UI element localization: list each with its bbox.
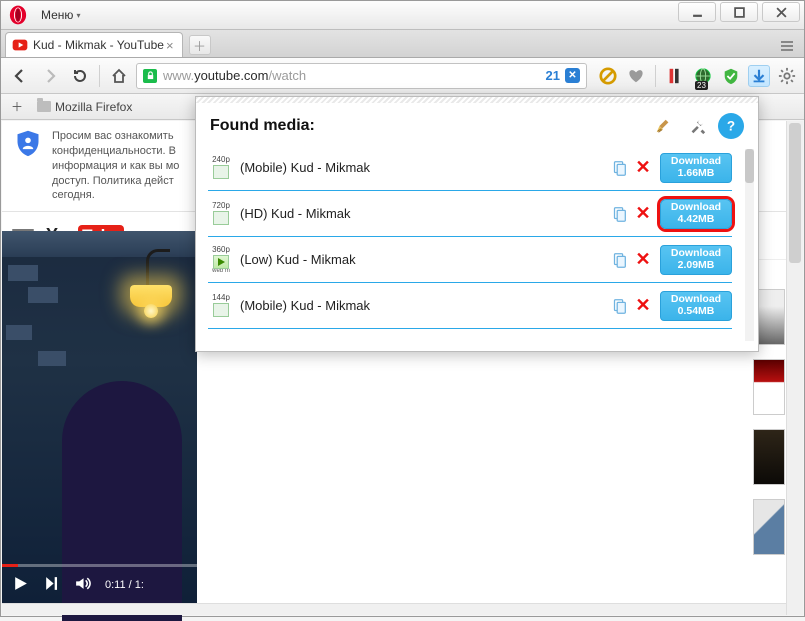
popup-scrollbar[interactable]	[745, 149, 754, 341]
tab-panel-menu-icon[interactable]	[774, 35, 800, 57]
quality-label: 720p	[208, 202, 234, 210]
menu-label: Меню	[41, 8, 73, 22]
adblock-icon[interactable]	[597, 65, 619, 87]
download-button[interactable]: Download0.54MB	[660, 291, 732, 321]
extension-strip: 23	[597, 65, 798, 87]
privacy-shield-icon	[14, 129, 42, 157]
tools-icon[interactable]	[684, 113, 710, 139]
heart-icon[interactable]	[625, 65, 647, 87]
gear-ext-icon[interactable]	[776, 65, 798, 87]
reload-button[interactable]	[67, 63, 93, 89]
window-maximize-button[interactable]	[720, 2, 758, 22]
download-button[interactable]: Download2.09MB	[660, 245, 732, 275]
lock-icon	[143, 69, 157, 83]
video-player[interactable]: 0:11 / 1:	[2, 231, 197, 603]
opera-logo-icon	[7, 4, 29, 26]
thumb-item[interactable]	[753, 359, 785, 415]
volume-icon[interactable]	[74, 575, 91, 595]
clear-badge-icon[interactable]: ✕	[565, 68, 580, 83]
remove-icon[interactable]: ✕	[634, 249, 652, 270]
window-minimize-button[interactable]	[678, 2, 716, 22]
tab-close-icon[interactable]: ×	[164, 38, 176, 53]
forward-button[interactable]	[37, 63, 63, 89]
vertical-scrollbar[interactable]	[786, 121, 803, 615]
format-icon	[213, 211, 229, 225]
globe-ext-icon[interactable]: 23	[692, 65, 714, 87]
popup-body: 240p (Mobile) Kud - Mikmak ✕ Download1.66MB…	[196, 143, 758, 351]
address-bar[interactable]: www.youtube.com/watch 21 ✕	[136, 63, 587, 89]
url-path: /watch	[269, 68, 307, 83]
youtube-favicon-icon	[12, 37, 28, 53]
back-button[interactable]	[7, 63, 33, 89]
window-close-button[interactable]	[762, 2, 800, 22]
url-host-prefix: www.	[163, 68, 194, 83]
next-icon[interactable]	[43, 575, 60, 595]
format-icon	[213, 255, 229, 269]
horizontal-scrollbar[interactable]	[2, 603, 786, 615]
help-icon[interactable]: ?	[718, 113, 744, 139]
popup-title: Found media:	[210, 117, 315, 135]
copy-icon[interactable]	[610, 297, 628, 315]
quality-label: 360p	[208, 246, 234, 254]
notice-line: доступ. Политика дейст	[52, 174, 179, 189]
remove-icon[interactable]: ✕	[634, 203, 652, 224]
url-host: youtube.com	[194, 68, 268, 83]
shield-ext-icon[interactable]	[720, 65, 742, 87]
video-time: 0:11 / 1:	[105, 579, 144, 591]
add-bookmark-button[interactable]: ＋	[7, 97, 27, 117]
bookmark-folder-mozilla[interactable]: Mozilla Firefox	[37, 100, 132, 114]
calendar-badge: 23	[695, 81, 708, 90]
format-icon	[213, 165, 229, 179]
tab-strip: Kud - Mikmak - YouTube × ＋	[1, 30, 804, 58]
media-row: 144p (Mobile) Kud - Mikmak ✕ Download0.54MB	[208, 283, 732, 329]
media-row: 720p (HD) Kud - Mikmak ✕ Download4.42MB	[208, 191, 732, 237]
downloader-popup: Found media: ? 240p (Mobile) Kud - Mikmak…	[195, 96, 759, 352]
tab-youtube[interactable]: Kud - Mikmak - YouTube ×	[5, 32, 183, 57]
copy-icon[interactable]	[610, 159, 628, 177]
play-icon[interactable]	[12, 575, 29, 595]
notice-line: информация и как вы мо	[52, 159, 179, 174]
copy-icon[interactable]	[610, 251, 628, 269]
lamp-icon	[130, 285, 172, 307]
tab-title: Kud - Mikmak - YouTube	[33, 38, 164, 52]
remove-icon[interactable]: ✕	[634, 157, 652, 178]
blocked-count: 21	[546, 68, 560, 83]
thumb-item[interactable]	[753, 499, 785, 555]
bookmark-ext-icon[interactable]	[664, 65, 686, 87]
new-tab-button[interactable]: ＋	[189, 35, 211, 55]
folder-icon	[37, 101, 51, 112]
menu-button[interactable]: Меню	[33, 6, 88, 24]
home-button[interactable]	[106, 63, 132, 89]
media-row: 360pweb m (Low) Kud - Mikmak ✕ Download2.09…	[208, 237, 732, 283]
broom-icon[interactable]	[650, 113, 676, 139]
download-button[interactable]: Download4.42MB	[660, 199, 732, 229]
media-row: 240p (Mobile) Kud - Mikmak ✕ Download1.66MB	[208, 145, 732, 191]
media-title: (Low) Kud - Mikmak	[240, 252, 356, 267]
notice-line: Просим вас ознакомить	[52, 129, 179, 144]
media-title: (Mobile) Kud - Mikmak	[240, 160, 370, 175]
notice-line: конфиденциальности. В	[52, 144, 179, 159]
svg-text:?: ?	[727, 119, 735, 134]
quality-label: 240p	[208, 156, 234, 164]
quality-badge: 360pweb m	[208, 246, 234, 274]
downloader-ext-icon[interactable]	[748, 65, 770, 87]
notice-line: сегодня.	[52, 188, 179, 203]
remove-icon[interactable]: ✕	[634, 295, 652, 316]
quality-label: 144p	[208, 294, 234, 302]
quality-badge: 240p	[208, 156, 234, 179]
download-button[interactable]: Download1.66MB	[660, 153, 732, 183]
window-titlebar: Меню	[1, 1, 804, 30]
format-icon	[213, 303, 229, 317]
nav-toolbar: www.youtube.com/watch 21 ✕ 23	[1, 58, 804, 94]
media-title: (Mobile) Kud - Mikmak	[240, 298, 370, 313]
thumb-item[interactable]	[753, 429, 785, 485]
copy-icon[interactable]	[610, 205, 628, 223]
media-title: (HD) Kud - Mikmak	[240, 206, 351, 221]
quality-badge: 720p	[208, 202, 234, 225]
quality-badge: 144p	[208, 294, 234, 317]
bookmark-label: Mozilla Firefox	[55, 100, 132, 114]
